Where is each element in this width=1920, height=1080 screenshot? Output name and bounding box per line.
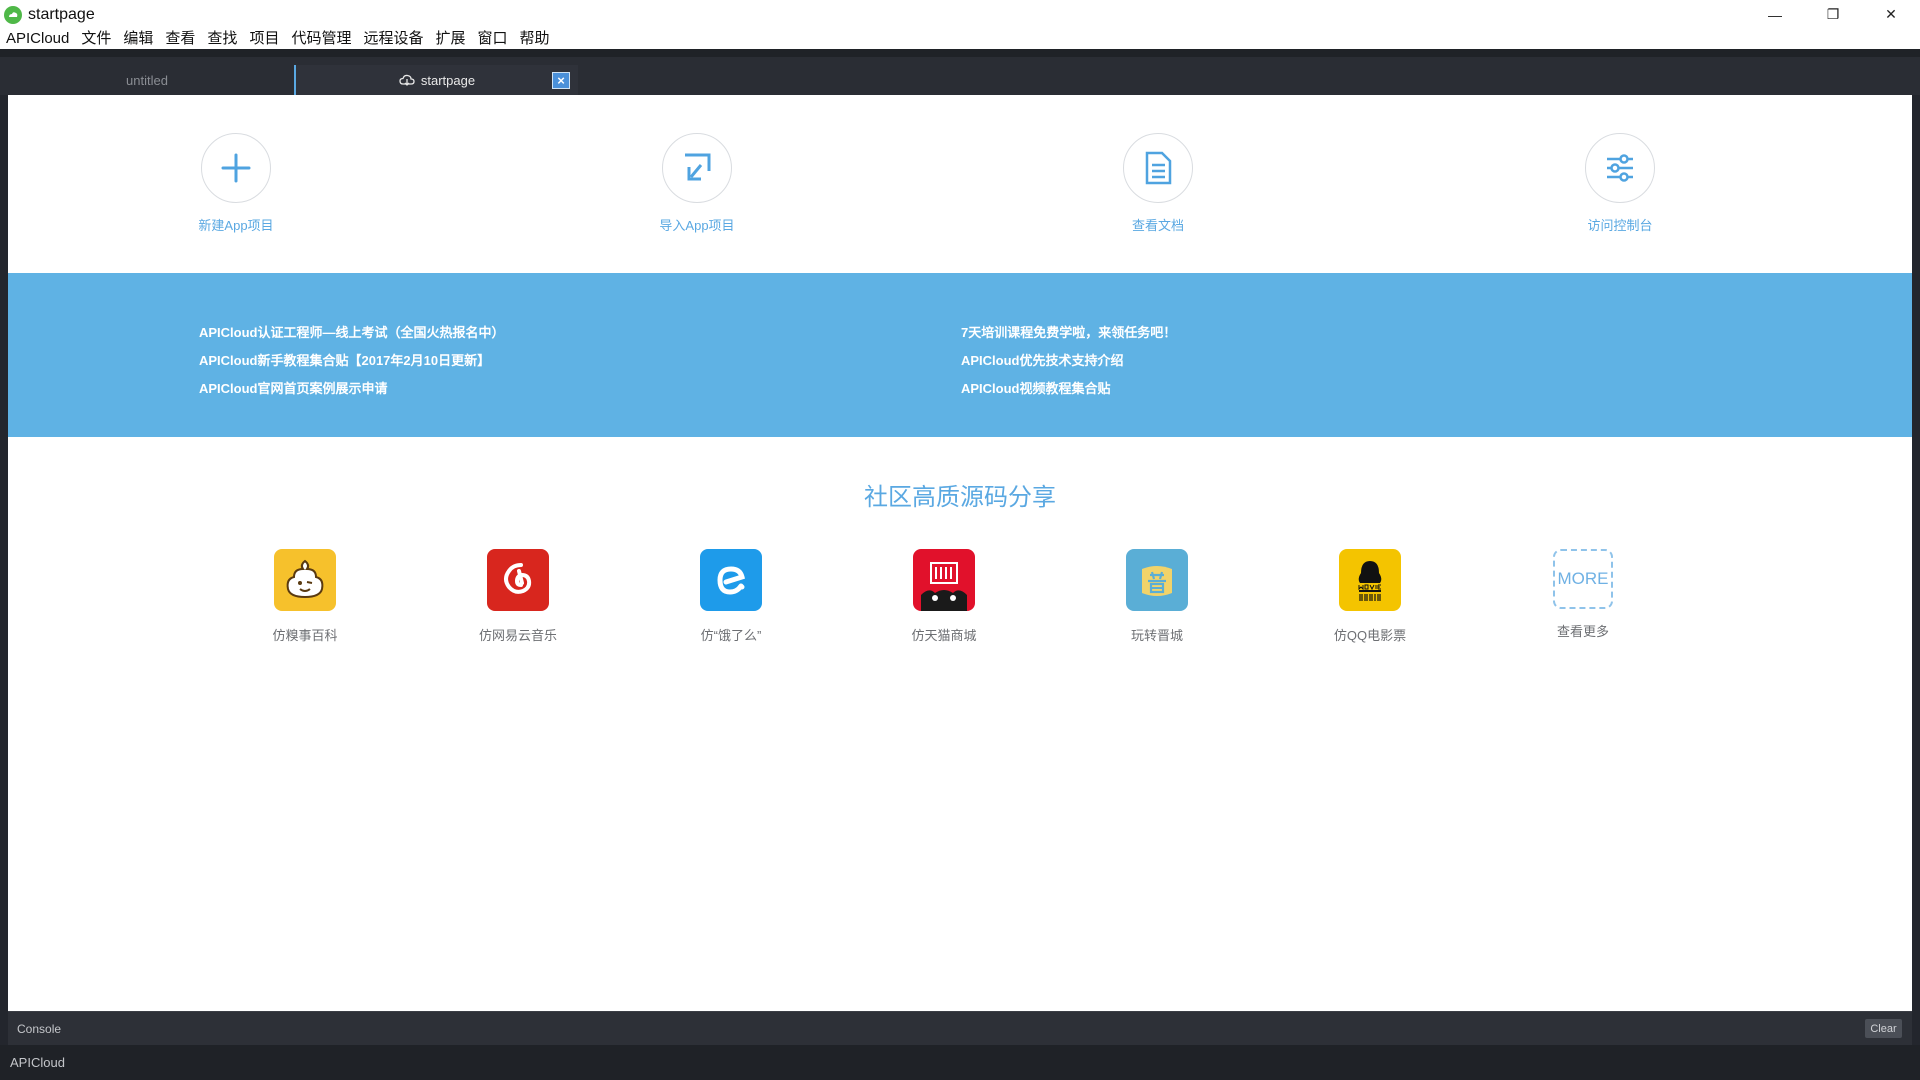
quick-action-label: 新建App项目: [198, 218, 274, 233]
section-title: 社区高质源码分享: [864, 484, 1056, 511]
clear-console-button[interactable]: Clear: [1865, 1019, 1902, 1038]
app-card-jincheng[interactable]: 玩转晋城: [1092, 549, 1222, 644]
import-icon: [662, 133, 732, 203]
app-name: 查看更多: [1556, 624, 1609, 639]
app-card-more[interactable]: MORE 查看更多: [1518, 549, 1648, 640]
source-share-list: 仿糗事百科 仿网易云音乐 仿“饿了么” 仿天猫商城 玩转晋城 仿QQ电影票 MO…: [8, 549, 1912, 659]
news-list-left: APICloud认证工程师—线上考试（全国火热报名中） APICloud新手教程…: [199, 319, 505, 403]
maximize-button[interactable]: ❐: [1804, 0, 1862, 29]
quick-action-label: 查看文档: [1131, 218, 1184, 233]
menu-apicloud[interactable]: APICloud: [0, 29, 75, 49]
app-card-netease-music[interactable]: 仿网易云音乐: [453, 549, 583, 644]
app-name: 仿“饿了么”: [700, 628, 762, 643]
app-card-qq-movie[interactable]: 仿QQ电影票: [1305, 549, 1435, 644]
app-name: 仿QQ电影票: [1333, 628, 1407, 643]
menu-extensions[interactable]: 扩展: [429, 29, 471, 49]
tab-strip: untitled startpage ×: [0, 49, 1920, 95]
tab-label: startpage: [420, 72, 476, 88]
visit-console-button[interactable]: 访问控制台: [1540, 133, 1700, 234]
menu-bar: APICloud 文件 编辑 查看 查找 项目 代码管理 远程设备 扩展 窗口 …: [0, 29, 1920, 49]
menu-remote-device[interactable]: 远程设备: [357, 29, 429, 49]
tab-untitled[interactable]: untitled: [0, 65, 294, 95]
app-card-qiushi[interactable]: 仿糗事百科: [240, 549, 370, 644]
close-window-button[interactable]: ✕: [1862, 0, 1920, 29]
app-name: 仿网易云音乐: [478, 628, 557, 643]
netease-music-icon: [487, 549, 549, 611]
document-icon: [1123, 133, 1193, 203]
app-card-tmall[interactable]: 仿天猫商城: [879, 549, 1009, 644]
quick-actions: 新建App项目 导入App项目 查看文档 访问控制台: [8, 95, 1912, 273]
tab-startpage[interactable]: startpage ×: [294, 65, 578, 95]
sliders-icon: [1585, 133, 1655, 203]
close-tab-button[interactable]: ×: [552, 72, 570, 89]
apicloud-logo-icon: [4, 5, 22, 24]
tmall-icon: [913, 549, 975, 611]
app-name: 仿糗事百科: [272, 628, 338, 643]
minimize-button[interactable]: —: [1746, 0, 1804, 29]
news-link[interactable]: APICloud认证工程师—线上考试（全国火热报名中）: [199, 319, 505, 347]
jincheng-icon: [1126, 549, 1188, 611]
menu-project[interactable]: 项目: [243, 29, 285, 49]
import-app-project-button[interactable]: 导入App项目: [617, 133, 777, 234]
start-page: 新建App项目 导入App项目 查看文档 访问控制台 APICloud认证工程师…: [8, 95, 1912, 1011]
news-link[interactable]: APICloud视频教程集合贴: [961, 375, 1176, 403]
news-link[interactable]: APICloud新手教程集合贴【2017年2月10日更新】: [199, 347, 505, 375]
menu-view[interactable]: 查看: [159, 29, 201, 49]
status-bar: APICloud: [0, 1045, 1920, 1080]
quick-action-label: 导入App项目: [659, 218, 735, 233]
menu-window[interactable]: 窗口: [472, 29, 514, 49]
app-card-eleme[interactable]: 仿“饿了么”: [666, 549, 796, 644]
menu-find[interactable]: 查找: [201, 29, 243, 49]
menu-file[interactable]: 文件: [75, 29, 117, 49]
console-panel: Console Clear: [8, 1011, 1912, 1045]
app-name: 玩转晋城: [1130, 628, 1183, 643]
more-icon: MORE: [1553, 549, 1613, 609]
tab-label: untitled: [126, 72, 168, 88]
menu-code-management[interactable]: 代码管理: [285, 29, 357, 49]
status-text: APICloud: [10, 1055, 65, 1070]
title-bar: startpage — ❐ ✕: [0, 0, 1920, 29]
menu-help[interactable]: 帮助: [514, 29, 556, 49]
news-link[interactable]: 7天培训课程免费学啦，来领任务吧！: [961, 319, 1176, 347]
app-name: 仿天猫商城: [911, 628, 977, 643]
eleme-icon: [700, 549, 762, 611]
cloud-icon: [399, 74, 415, 86]
news-link[interactable]: APICloud优先技术支持介绍: [961, 347, 1176, 375]
console-label: Console: [17, 1021, 62, 1036]
quick-action-label: 访问控制台: [1587, 218, 1653, 233]
new-app-project-button[interactable]: 新建App项目: [156, 133, 316, 234]
qq-movie-icon: [1339, 549, 1401, 611]
news-link[interactable]: APICloud官网首页案例展示申请: [199, 375, 505, 403]
news-list-right: 7天培训课程免费学啦，来领任务吧！ APICloud优先技术支持介绍 APICl…: [961, 319, 1176, 403]
window-title: startpage: [28, 5, 95, 23]
menu-edit[interactable]: 编辑: [117, 29, 159, 49]
news-banner: APICloud认证工程师—线上考试（全国火热报名中） APICloud新手教程…: [8, 273, 1912, 437]
qiushi-icon: [274, 549, 336, 611]
view-docs-button[interactable]: 查看文档: [1078, 133, 1238, 234]
plus-icon: [201, 133, 271, 203]
